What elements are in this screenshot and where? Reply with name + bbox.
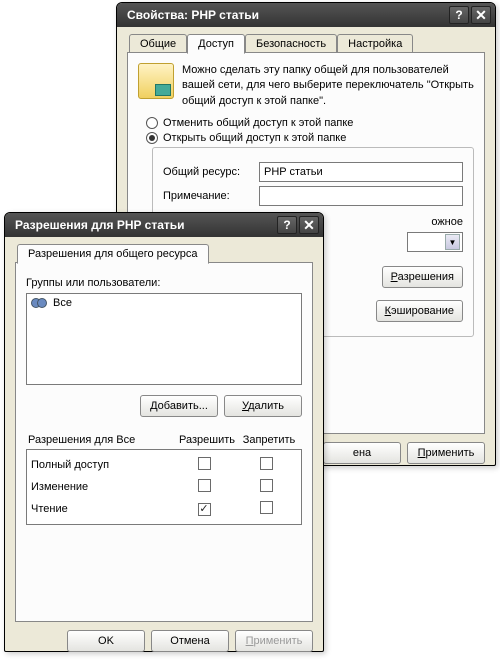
col-deny: Запретить <box>238 434 300 446</box>
properties-tabs: Общие Доступ Безопасность Настройка <box>127 34 485 53</box>
folder-share-icon <box>138 63 174 99</box>
perm-row: Изменение <box>29 476 299 498</box>
perm-for-label: Разрешения для Все <box>28 434 176 446</box>
share-name-label: Общий ресурс: <box>163 166 253 178</box>
share-radio-group: Отменить общий доступ к этой папке Откры… <box>138 117 474 144</box>
share-note-input[interactable] <box>259 186 463 206</box>
groups-listbox[interactable]: Все <box>26 293 302 385</box>
tab-security[interactable]: Безопасность <box>245 34 337 53</box>
permissions-titlebar[interactable]: Разрешения для PHP статьи ? ✕ <box>5 213 323 237</box>
help-icon[interactable]: ? <box>449 6 469 24</box>
close-icon[interactable]: ✕ <box>299 216 319 234</box>
radio-deny-label: Отменить общий доступ к этой папке <box>163 117 353 129</box>
apply-button[interactable]: Применить <box>235 630 313 652</box>
perm-name: Чтение <box>31 503 173 515</box>
perm-row: Чтение <box>29 498 299 520</box>
group-name: Все <box>53 297 72 309</box>
col-allow: Разрешить <box>176 434 238 446</box>
allow-read-checkbox[interactable] <box>198 503 211 516</box>
cancel-button-partial[interactable]: ена <box>323 442 401 464</box>
tab-share-permissions[interactable]: Разрешения для общего ресурса <box>17 244 209 264</box>
permissions-dialog: Разрешения для PHP статьи ? ✕ Разрешения… <box>4 212 324 652</box>
tab-general[interactable]: Общие <box>129 34 187 53</box>
perm-row: Полный доступ <box>29 454 299 476</box>
add-button[interactable]: Добавить... <box>140 395 218 417</box>
remove-button[interactable]: Удалить <box>224 395 302 417</box>
allow-full-checkbox[interactable] <box>198 457 211 470</box>
permissions-buttons: OK Отмена Применить <box>15 630 313 652</box>
cancel-button[interactable]: Отмена <box>151 630 229 652</box>
permissions-title: Разрешения для PHP статьи <box>15 218 185 232</box>
deny-full-checkbox[interactable] <box>260 457 273 470</box>
share-name-input[interactable] <box>259 162 463 182</box>
deny-read-checkbox[interactable] <box>260 501 273 514</box>
radio-allow-label: Открыть общий доступ к этой папке <box>163 132 346 144</box>
permissions-table: Разрешения для Все Разрешить Запретить П… <box>26 431 302 525</box>
users-icon <box>31 296 47 310</box>
apply-button[interactable]: Применить <box>407 442 485 464</box>
perm-name: Изменение <box>31 481 173 493</box>
permissions-button[interactable]: Разрешения <box>382 266 463 288</box>
deny-change-checkbox[interactable] <box>260 479 273 492</box>
tab-customize[interactable]: Настройка <box>337 34 413 53</box>
permissions-tabs: Разрешения для общего ресурса <box>15 244 313 263</box>
user-limit-select[interactable]: ▼ <box>407 232 463 252</box>
groups-label: Группы или пользователи: <box>26 277 302 289</box>
permissions-panel: Группы или пользователи: Все Добавить...… <box>15 262 313 622</box>
allow-change-checkbox[interactable] <box>198 479 211 492</box>
caching-button[interactable]: Кэширование <box>376 300 463 322</box>
permissions-list: Полный доступ Изменение Чтение <box>26 449 302 525</box>
ok-button[interactable]: OK <box>67 630 145 652</box>
help-icon[interactable]: ? <box>277 216 297 234</box>
close-icon[interactable]: ✕ <box>471 6 491 24</box>
chevron-down-icon: ▼ <box>445 234 460 250</box>
radio-deny-share[interactable] <box>146 117 158 129</box>
properties-title: Свойства: PHP статьи <box>127 8 259 22</box>
properties-titlebar[interactable]: Свойства: PHP статьи ? ✕ <box>117 3 495 27</box>
share-description: Можно сделать эту папку общей для пользо… <box>182 63 474 109</box>
limit-label-partial: ожное <box>431 216 463 228</box>
tab-access[interactable]: Доступ <box>187 34 245 54</box>
share-note-label: Примечание: <box>163 190 253 202</box>
perm-name: Полный доступ <box>31 459 173 471</box>
radio-allow-share[interactable] <box>146 132 158 144</box>
list-item[interactable]: Все <box>27 294 301 312</box>
